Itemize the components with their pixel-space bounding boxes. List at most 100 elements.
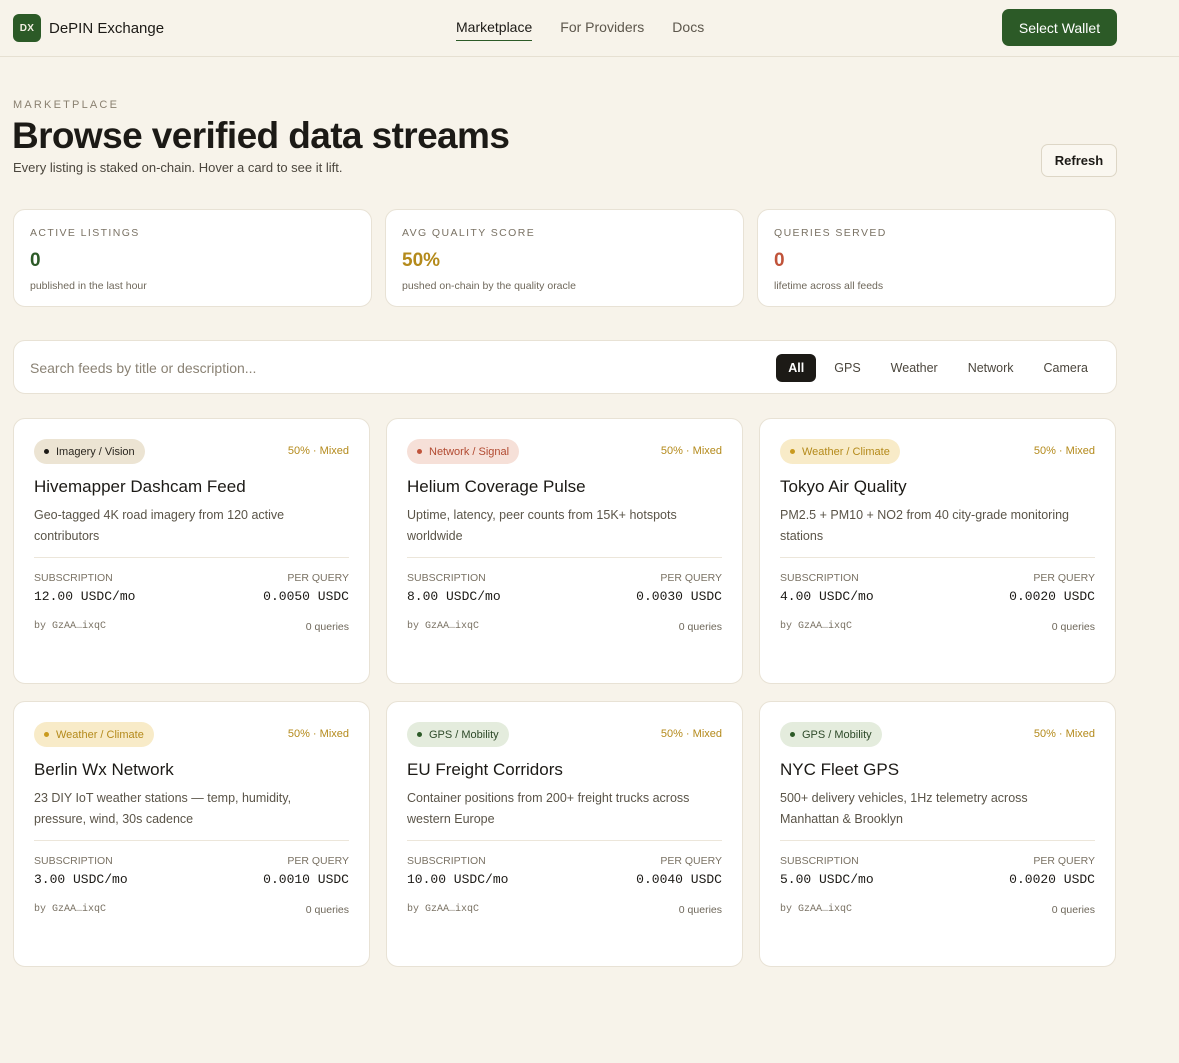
nav-for-providers[interactable]: For Providers bbox=[560, 19, 644, 41]
per-query-label: PER QUERY bbox=[660, 855, 722, 867]
stat-value: 50% bbox=[402, 250, 441, 271]
quality-badge: 50% · Mixed bbox=[287, 445, 349, 457]
feed-title: Berlin Wx Network bbox=[34, 760, 174, 779]
feed-card[interactable]: Network / Signal 50% · Mixed Helium Cove… bbox=[386, 418, 743, 684]
per-query-price: 0.0030 USDC bbox=[636, 589, 722, 604]
provider-address: by GzAA…ixqC bbox=[780, 904, 853, 915]
tag-label: Weather / Climate bbox=[802, 445, 890, 458]
feed-title: Helium Coverage Pulse bbox=[407, 477, 586, 496]
divider bbox=[34, 840, 349, 841]
stat-value: 0 bbox=[30, 250, 41, 271]
subscription-label: SUBSCRIPTION bbox=[780, 855, 859, 867]
subscription-price: 8.00 USDC/mo bbox=[407, 589, 501, 604]
feed-description: PM2.5 + PM10 + NO2 from 40 city-grade mo… bbox=[780, 508, 1070, 543]
stat-active-listings: ACTIVE LISTINGS 0 published in the last … bbox=[13, 209, 372, 307]
filter-network[interactable]: Network bbox=[956, 354, 1026, 382]
stat-label: QUERIES SERVED bbox=[774, 227, 887, 239]
provider-address: by GzAA…ixqC bbox=[34, 621, 107, 632]
provider-address: by GzAA…ixqC bbox=[407, 621, 480, 632]
dot-icon bbox=[44, 732, 49, 737]
per-query-label: PER QUERY bbox=[660, 572, 722, 584]
subscription-price: 4.00 USDC/mo bbox=[780, 589, 874, 604]
subscription-label: SUBSCRIPTION bbox=[34, 855, 113, 867]
quality-badge: 50% · Mixed bbox=[1033, 728, 1095, 740]
per-query-price: 0.0050 USDC bbox=[263, 589, 349, 604]
nav-docs[interactable]: Docs bbox=[672, 19, 704, 41]
feed-card[interactable]: Weather / Climate 50% · Mixed Berlin Wx … bbox=[13, 701, 370, 967]
subscription-label: SUBSCRIPTION bbox=[780, 572, 859, 584]
divider bbox=[407, 557, 722, 558]
feed-title: Tokyo Air Quality bbox=[780, 477, 907, 496]
subscription-label: SUBSCRIPTION bbox=[34, 572, 113, 584]
subscription-price: 5.00 USDC/mo bbox=[780, 872, 874, 887]
feed-card[interactable]: GPS / Mobility 50% · Mixed NYC Fleet GPS… bbox=[759, 701, 1116, 967]
feed-card[interactable]: Weather / Climate 50% · Mixed Tokyo Air … bbox=[759, 418, 1116, 684]
stat-note: published in the last hour bbox=[30, 280, 147, 292]
subscription-label: SUBSCRIPTION bbox=[407, 855, 486, 867]
stat-avg-quality: AVG QUALITY SCORE 50% pushed on-chain by… bbox=[385, 209, 744, 307]
query-count: 0 queries bbox=[1051, 621, 1095, 633]
dot-icon bbox=[790, 449, 795, 454]
query-count: 0 queries bbox=[678, 904, 722, 916]
quality-badge: 50% · Mixed bbox=[1033, 445, 1095, 457]
per-query-label: PER QUERY bbox=[1033, 855, 1095, 867]
dot-icon bbox=[790, 732, 795, 737]
query-count: 0 queries bbox=[1051, 904, 1095, 916]
divider bbox=[780, 840, 1095, 841]
query-count: 0 queries bbox=[305, 904, 349, 916]
category-filters: All GPS Weather Network Camera bbox=[770, 354, 1100, 382]
quality-badge: 50% · Mixed bbox=[660, 728, 722, 740]
brand-logo: DX bbox=[13, 14, 41, 42]
provider-address: by GzAA…ixqC bbox=[780, 621, 853, 632]
stat-value: 0 bbox=[774, 250, 785, 271]
stat-label: ACTIVE LISTINGS bbox=[30, 227, 140, 239]
category-tag: Weather / Climate bbox=[34, 722, 154, 747]
query-count: 0 queries bbox=[305, 621, 349, 633]
tag-label: GPS / Mobility bbox=[429, 728, 499, 741]
stat-note: lifetime across all feeds bbox=[774, 280, 884, 292]
page-title: Browse verified data streams bbox=[12, 115, 510, 156]
query-count: 0 queries bbox=[678, 621, 722, 633]
select-wallet-button[interactable]: Select Wallet bbox=[1002, 9, 1117, 46]
subscription-price: 12.00 USDC/mo bbox=[34, 589, 136, 604]
dot-icon bbox=[417, 732, 422, 737]
search-bar: All GPS Weather Network Camera bbox=[13, 340, 1117, 394]
dot-icon bbox=[44, 449, 49, 454]
per-query-label: PER QUERY bbox=[287, 855, 349, 867]
feed-description: 500+ delivery vehicles, 1Hz telemetry ac… bbox=[780, 791, 1028, 826]
stat-queries-served: QUERIES SERVED 0 lifetime across all fee… bbox=[757, 209, 1116, 307]
per-query-price: 0.0040 USDC bbox=[636, 872, 722, 887]
quality-badge: 50% · Mixed bbox=[660, 445, 722, 457]
tag-label: Network / Signal bbox=[429, 445, 510, 458]
refresh-button[interactable]: Refresh bbox=[1041, 144, 1117, 177]
category-tag: Network / Signal bbox=[407, 439, 520, 464]
filter-camera[interactable]: Camera bbox=[1032, 354, 1100, 382]
category-tag: Weather / Climate bbox=[780, 439, 900, 464]
subscription-label: SUBSCRIPTION bbox=[407, 572, 486, 584]
filter-weather[interactable]: Weather bbox=[879, 354, 950, 382]
feed-description: Uptime, latency, peer counts from 15K+ h… bbox=[407, 508, 677, 543]
divider bbox=[780, 557, 1095, 558]
brand[interactable]: DX DePIN Exchange bbox=[13, 14, 164, 42]
nav-marketplace[interactable]: Marketplace bbox=[456, 19, 533, 41]
feed-description: Container positions from 200+ freight tr… bbox=[407, 791, 690, 826]
feed-title: NYC Fleet GPS bbox=[780, 760, 900, 779]
filter-all[interactable]: All bbox=[776, 354, 817, 382]
filter-gps[interactable]: GPS bbox=[822, 354, 872, 382]
divider bbox=[34, 557, 349, 558]
tag-label: Weather / Climate bbox=[56, 728, 144, 741]
top-bar: DX DePIN Exchange Marketplace For Provid… bbox=[0, 0, 1179, 57]
feed-card[interactable]: Imagery / Vision 50% · Mixed Hivemapper … bbox=[13, 418, 370, 684]
stat-label: AVG QUALITY SCORE bbox=[402, 227, 536, 239]
per-query-label: PER QUERY bbox=[1033, 572, 1095, 584]
feed-title: EU Freight Corridors bbox=[407, 760, 563, 779]
provider-address: by GzAA…ixqC bbox=[34, 904, 107, 915]
search-input[interactable] bbox=[30, 355, 530, 381]
provider-address: by GzAA…ixqC bbox=[407, 904, 480, 915]
feed-description: Geo-tagged 4K road imagery from 120 acti… bbox=[34, 508, 285, 543]
divider bbox=[407, 840, 722, 841]
feed-card[interactable]: GPS / Mobility 50% · Mixed EU Freight Co… bbox=[386, 701, 743, 967]
page-eyebrow: MARKETPLACE bbox=[13, 99, 120, 111]
stat-note: pushed on-chain by the quality oracle bbox=[402, 280, 576, 292]
category-tag: Imagery / Vision bbox=[34, 439, 145, 464]
